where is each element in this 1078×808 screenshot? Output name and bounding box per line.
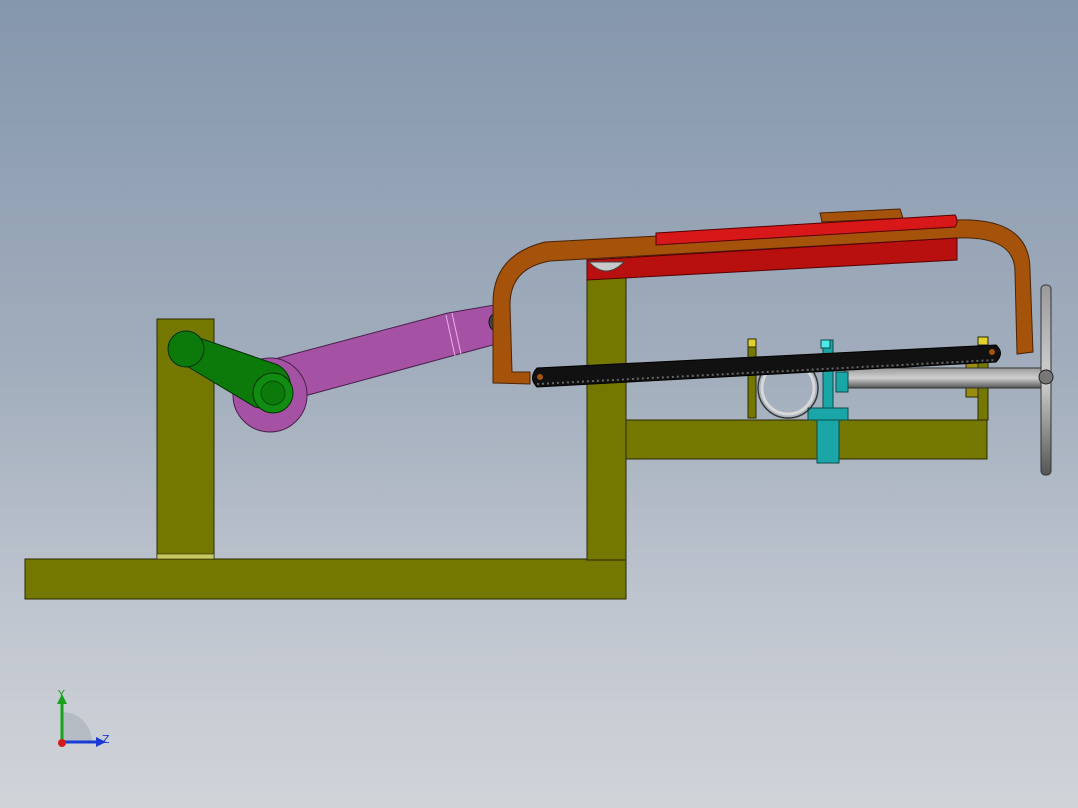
hacksaw-machine-model[interactable] <box>0 0 1078 808</box>
y-axis-label: Y <box>57 688 65 701</box>
axis-triad: Y Z <box>57 688 110 747</box>
z-axis-label: Z <box>102 733 110 746</box>
triad-background <box>62 712 92 742</box>
x-axis-dot <box>58 739 66 747</box>
cad-viewport[interactable]: Y Z <box>0 0 1078 808</box>
